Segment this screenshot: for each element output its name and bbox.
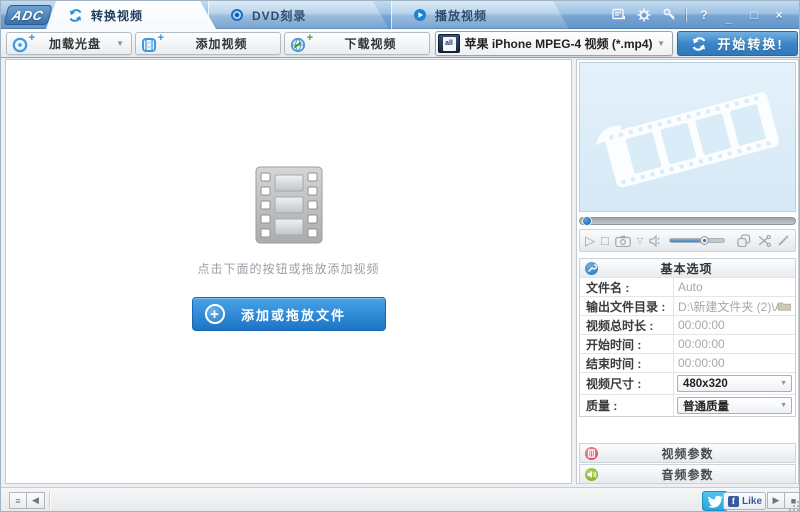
feedback-icon[interactable] [611,7,627,23]
start-convert-button[interactable]: 开始转换! [677,31,798,56]
expand-panel-button[interactable]: ▶ [767,492,785,509]
output-format-select[interactable]: all 苹果 iPhone MPEG-4 视频 (*.mp4) ▼ [435,31,673,56]
add-video-label: 添加视频 [195,37,248,51]
resize-grip[interactable] [789,501,799,511]
titlebar-buttons: ? _ □ × [611,1,787,28]
video-params-icon [585,446,598,460]
download-video-icon: + [290,32,313,53]
load-disc-caret-icon[interactable]: ▼ [116,39,124,48]
volume-knob[interactable] [700,236,710,245]
play-button[interactable]: ▷ [585,234,595,247]
right-panel: ▷ □ ▽ 基本选项 文件名: Auto 输出文件目录: D:\新建文件夹 … [576,59,799,484]
quality-caret-icon: ▼ [780,402,787,409]
load-disc-icon: + [12,32,35,53]
snapshot-dropdown-icon[interactable]: ▽ [637,236,643,245]
snapshot-camera-icon[interactable] [615,235,631,247]
help-button[interactable]: ? [696,7,712,23]
key-icon[interactable] [661,7,677,23]
titlebar: ADC 转换视频 DVD刻录 播放视频 ? _ □ × [1,1,799,29]
effects-wand-icon[interactable] [777,234,790,247]
player-controls: ▷ □ ▽ [579,229,796,252]
tab-convert-video[interactable]: 转换视频 [46,1,216,29]
output-format-value: 苹果 iPhone MPEG-4 视频 (*.mp4) [464,37,653,51]
titlebar-separator [686,7,687,22]
facebook-like-label: Like [742,495,763,507]
seek-thumb[interactable] [582,216,592,226]
collapse-panel-button[interactable]: ◀ [27,492,45,509]
trim-scissors-icon[interactable] [757,234,772,247]
tab-play-label: 播放视频 [435,8,488,23]
maximize-button[interactable]: □ [746,7,762,23]
option-row-end-time: 结束时间 : 00:00:00 [580,353,795,372]
list-view-button[interactable]: ≡ [9,492,27,509]
basic-options-panel: 基本选项 文件名 : Auto 输出文件目录 : D:\新建文件夹 (2)\AD… [579,258,796,417]
seek-slider[interactable] [579,216,796,226]
filename-value[interactable]: Auto [673,278,795,296]
tab-convert-label: 转换视频 [91,8,144,23]
quality-select[interactable]: 普通质量 ▼ [677,397,792,414]
statusbar: ≡ ◀ f Like ▶ ■ [1,487,799,511]
tab-play-video[interactable]: 播放视频 [391,1,569,29]
close-button[interactable]: × [771,7,787,23]
format-caret-icon: ▼ [657,39,665,48]
stop-button[interactable]: □ [601,234,609,247]
play-circle-icon [413,8,427,22]
tab-dvd-burn[interactable]: DVD刻录 [208,1,389,29]
start-time-value[interactable]: 00:00:00 [673,335,795,353]
add-or-drop-files-button[interactable]: + 添加或拖放文件 [191,297,386,331]
facebook-like-button[interactable]: f Like [723,492,766,510]
drop-hint-text: 点击下面的按钮或拖放添加视频 [197,262,380,276]
twitter-bird-icon [707,495,723,508]
load-disc-button[interactable]: + 加载光盘 ▼ [6,32,132,55]
duration-value: 00:00:00 [673,316,795,334]
end-time-value[interactable]: 00:00:00 [673,354,795,372]
plus-icon: + [204,304,225,324]
format-all-icon: all [438,34,460,53]
video-size-caret-icon: ▼ [780,380,787,387]
start-convert-label: 开始转换! [717,37,784,52]
option-row-duration: 视频总时长 : 00:00:00 [580,315,795,334]
statusbar-divider [49,492,50,509]
volume-slider[interactable] [669,236,726,245]
video-params-section[interactable]: 视频参数 [579,443,796,463]
preview-screen [579,62,796,212]
facebook-f-icon: f [728,495,739,507]
merge-clips-icon[interactable] [737,234,751,247]
video-list-drop-area[interactable]: 点击下面的按钮或拖放添加视频 + 添加或拖放文件 [5,59,572,484]
disc-icon [230,8,244,22]
download-video-label: 下载视频 [344,37,397,51]
film-watermark [595,92,779,188]
option-row-start-time: 开始时间 : 00:00:00 [580,334,795,353]
volume-speaker-icon[interactable] [649,234,663,247]
load-disc-label: 加载光盘 [49,37,102,51]
add-or-drop-files-label: 添加或拖放文件 [240,307,346,323]
option-row-output-dir: 输出文件目录 : D:\新建文件夹 (2)\ADC... [580,296,795,315]
app-window: ADC 转换视频 DVD刻录 播放视频 ? _ □ × + 加载光盘 ▼ + 添… [0,0,800,512]
basic-options-header[interactable]: 基本选项 [580,259,795,277]
option-row-filename: 文件名 : Auto [580,277,795,296]
minimize-button[interactable]: _ [721,10,737,26]
wrench-icon [585,261,598,275]
audio-params-section[interactable]: 音频参数 [579,464,796,484]
view-toggle-group: ≡ ◀ [9,492,45,509]
add-video-button[interactable]: + 添加视频 [135,32,281,55]
filmstrip-icon [255,166,323,244]
audio-params-icon [585,467,598,481]
option-row-video-size: 视频尺寸 : 480x320 ▼ [580,372,795,394]
add-video-icon: + [141,32,164,53]
toolbar: + 加载光盘 ▼ + 添加视频 + 下载视频 all 苹果 iPhone MPE… [1,29,799,58]
convert-icon [68,8,83,23]
app-logo: ADC [3,5,53,25]
option-row-quality: 质量 : 普通质量 ▼ [580,394,795,416]
settings-gear-icon[interactable] [636,7,652,23]
browse-folder-icon[interactable] [778,301,791,311]
output-dir-value[interactable]: D:\新建文件夹 (2)\ADC... [673,297,795,315]
tab-dvd-label: DVD刻录 [252,8,307,23]
video-size-select[interactable]: 480x320 ▼ [677,375,792,392]
start-convert-icon [691,36,707,52]
download-video-button[interactable]: + 下载视频 [284,32,430,55]
